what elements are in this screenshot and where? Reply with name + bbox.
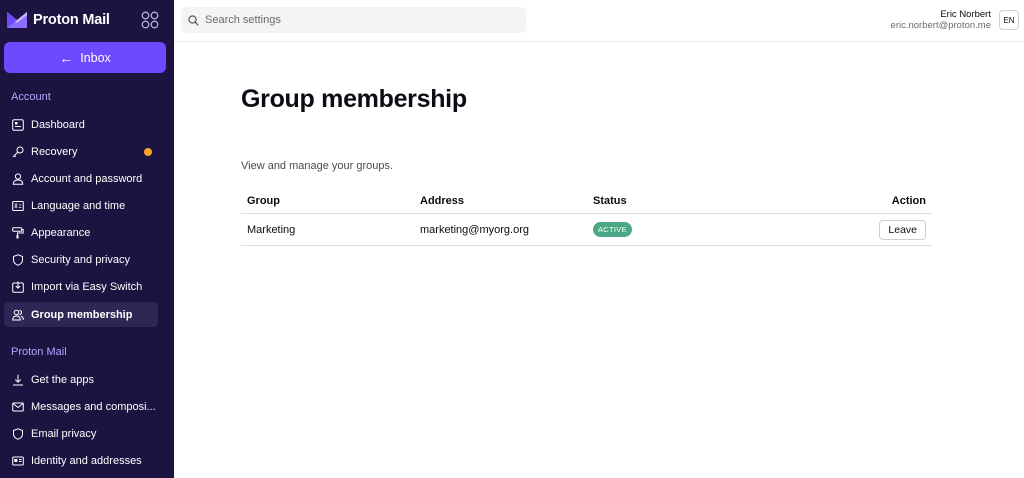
top-bar: Eric Norbert eric.norbert@proton.me EN	[174, 0, 1024, 42]
sidebar-item-label: Import via Easy Switch	[31, 280, 143, 293]
apps-grid-icon[interactable]	[141, 11, 159, 29]
group-address: marketing@myorg.org	[420, 223, 529, 236]
sidebar-item-identity-addresses[interactable]: Identity and addresses	[4, 448, 158, 473]
sidebar-item-label: Get the apps	[31, 373, 94, 386]
search-input[interactable]	[205, 14, 505, 26]
sidebar-item-group-membership[interactable]: Group membership	[4, 302, 158, 327]
shield-icon	[13, 253, 23, 266]
column-header-address: Address	[420, 195, 465, 207]
sidebar-item-import-easy-switch[interactable]: Import via Easy Switch	[4, 274, 158, 299]
page-description: View and manage your groups.	[241, 160, 394, 172]
users-icon	[12, 309, 24, 320]
user-menu[interactable]: Eric Norbert eric.norbert@proton.me	[891, 9, 991, 31]
user-name: Eric Norbert	[940, 9, 991, 20]
download-icon	[13, 374, 23, 385]
sidebar-item-label: Security and privacy	[31, 253, 131, 266]
section-label-account: Account	[11, 91, 51, 103]
sidebar-item-label: Language and time	[31, 199, 126, 212]
sidebar-item-appearance[interactable]: Appearance	[4, 220, 158, 245]
sidebar-item-label: Account and password	[31, 172, 143, 185]
sidebar-item-messages-composing[interactable]: Messages and composi...	[4, 394, 158, 419]
group-name: Marketing	[247, 223, 296, 236]
action-cell: Leave	[879, 214, 926, 245]
status-cell: ACTIVE	[593, 214, 632, 245]
sidebar: Proton Mail ← Inbox Account Dashboard Re…	[0, 0, 174, 478]
brand-name: Proton Mail	[33, 12, 110, 28]
sidebar-item-label: Appearance	[31, 226, 91, 239]
column-header-group: Group	[247, 195, 280, 207]
user-email: eric.norbert@proton.me	[890, 20, 991, 31]
leave-group-button[interactable]: Leave	[879, 219, 926, 240]
sidebar-item-label: Group membership	[31, 308, 133, 321]
sidebar-item-label: Recovery	[31, 145, 78, 158]
sidebar-item-recovery[interactable]: Recovery	[4, 139, 158, 164]
arrow-left-icon: ←	[59, 49, 74, 66]
sidebar-item-get-apps[interactable]: Get the apps	[4, 367, 158, 392]
notification-dot	[144, 147, 152, 156]
groups-table: Group Address Status Action Marketing ma…	[241, 189, 932, 246]
status-badge: ACTIVE	[593, 222, 632, 237]
main-content: Group membership View and manage your gr…	[174, 42, 1024, 478]
sidebar-item-dashboard[interactable]: Dashboard	[4, 112, 158, 137]
inbox-button-label: Inbox	[80, 50, 111, 65]
sidebar-item-language-time[interactable]: Language and time	[4, 193, 158, 218]
user-icon	[12, 172, 24, 185]
section-label-proton-mail: Proton Mail	[11, 346, 67, 358]
language-button[interactable]: EN	[999, 10, 1019, 30]
envelope-icon	[12, 402, 24, 411]
sidebar-item-label: Email privacy	[31, 427, 97, 440]
search-icon	[188, 14, 199, 26]
brand[interactable]: Proton Mail	[6, 9, 110, 31]
sidebar-item-label: Messages and composi...	[31, 400, 156, 413]
sidebar-item-label: Dashboard	[31, 118, 85, 131]
sidebar-item-account-password[interactable]: Account and password	[4, 166, 158, 191]
language-icon	[12, 200, 24, 211]
column-header-status: Status	[593, 195, 627, 207]
table-header: Group Address Status Action	[241, 189, 932, 214]
page-title: Group membership	[241, 85, 467, 113]
table-row: Marketing marketing@myorg.org ACTIVE Lea…	[241, 214, 932, 246]
id-card-icon	[12, 456, 24, 465]
import-icon	[12, 281, 24, 293]
key-icon	[12, 146, 24, 157]
paint-roller-icon	[12, 226, 24, 238]
sidebar-item-label: Identity and addresses	[31, 454, 142, 467]
back-to-inbox-button[interactable]: ← Inbox	[4, 42, 166, 73]
column-header-action: Action	[891, 195, 926, 207]
search-box[interactable]	[181, 7, 526, 33]
sidebar-item-security-privacy[interactable]: Security and privacy	[4, 247, 158, 272]
shield-icon	[13, 427, 23, 440]
proton-mail-logo-icon	[7, 12, 27, 28]
dashboard-icon	[12, 118, 24, 131]
sidebar-item-email-privacy[interactable]: Email privacy	[4, 421, 158, 446]
